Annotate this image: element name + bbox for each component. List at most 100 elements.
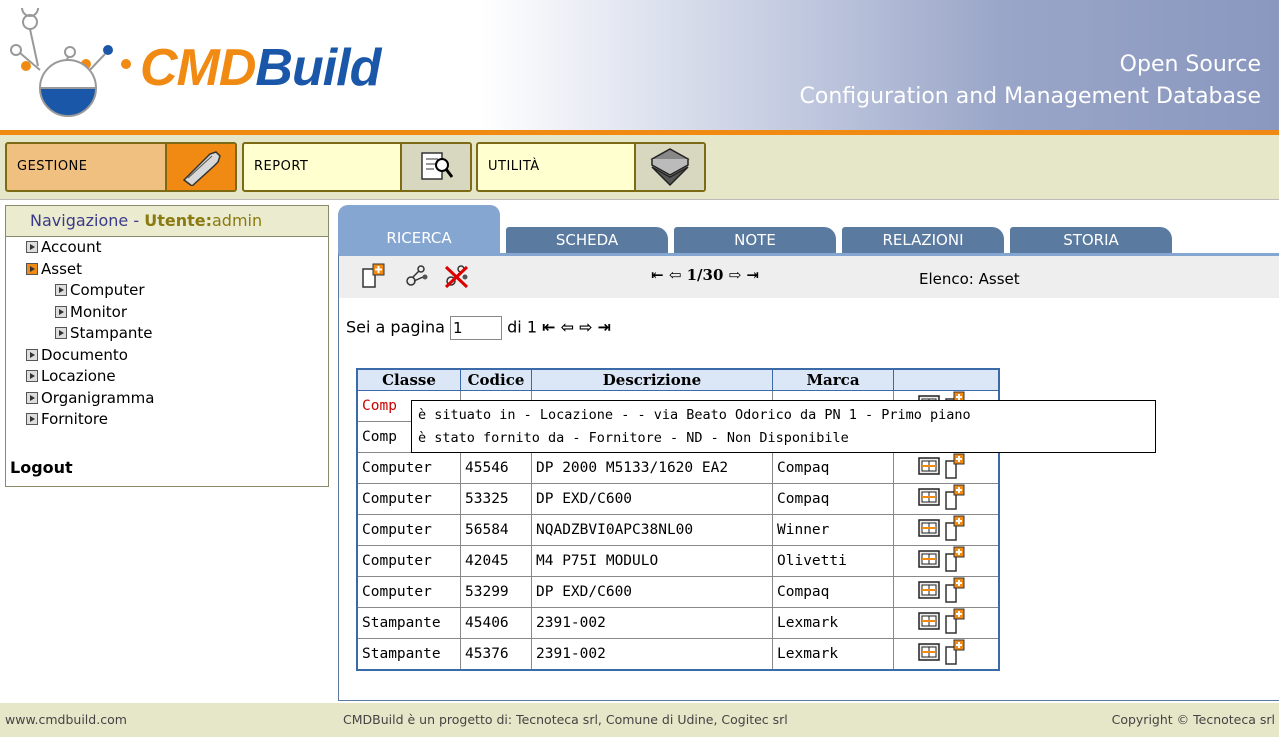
menu-utilita-label: UTILITÀ [488, 159, 540, 174]
nav-item-documento[interactable]: Documento [6, 345, 328, 367]
cell-descrizione: NQADZBVI0APC38NL00 [531, 514, 773, 546]
wrench-icon [165, 144, 235, 190]
table-row[interactable]: Computer 56584 NQADZBVI0APC38NL00 Winner [356, 514, 1000, 546]
cell-marca: Compaq [772, 576, 894, 608]
cell-actions [893, 483, 1000, 515]
last-page-icon[interactable]: ⇥ [598, 318, 611, 337]
tagline-cmdb: Configuration and Management Database [799, 84, 1261, 109]
cell-classe: Computer [356, 452, 461, 484]
column-header-marca[interactable]: Marca [772, 368, 894, 391]
delete-relations-icon[interactable] [443, 263, 471, 293]
tab-relazioni[interactable]: RELAZIONI [842, 227, 1004, 254]
first-page-icon[interactable]: ⇤ [542, 318, 555, 337]
main-menu-bar: GESTIONE REPORT UTILITÀ [0, 135, 1279, 200]
tab-note[interactable]: NOTE [674, 227, 836, 254]
open-card-icon[interactable] [918, 487, 940, 511]
open-card-icon[interactable] [918, 611, 940, 635]
cell-codice: 56584 [460, 514, 532, 546]
prev-page-icon[interactable]: ⇦ [561, 318, 574, 337]
nav-item-stampante[interactable]: Stampante [6, 323, 328, 345]
tree-expander-icon[interactable] [55, 327, 67, 339]
nav-item-monitor[interactable]: Monitor [6, 302, 328, 324]
add-relation-icon[interactable] [944, 484, 966, 514]
navigation-tree: Account Asset Computer Monitor Stampante… [6, 237, 328, 431]
table-row[interactable]: Computer 42045 M4 P75I MODULO Olivetti [356, 545, 1000, 577]
menu-report-button[interactable]: REPORT [242, 142, 472, 192]
cell-descrizione: DP EXD/C600 [531, 483, 773, 515]
logout-link[interactable]: Logout [10, 458, 73, 477]
tooltip-line-supplier: è stato fornito da - Fornitore - ND - No… [418, 430, 849, 446]
app-header: CMDBuild Open Source Configuration and M… [0, 0, 1279, 130]
add-relation-icon[interactable] [944, 608, 966, 638]
add-relation-icon[interactable] [944, 577, 966, 607]
next-record-icon[interactable]: ⇨ [729, 266, 742, 284]
table-row[interactable]: Stampante 45406 2391-002 Lexmark [356, 607, 1000, 639]
open-card-icon[interactable] [918, 580, 940, 604]
open-card-icon[interactable] [918, 642, 940, 666]
tree-expander-icon[interactable] [26, 413, 38, 425]
footer-site-link[interactable]: www.cmdbuild.com [5, 703, 127, 737]
tree-expander-icon[interactable] [26, 241, 38, 253]
tree-expander-icon[interactable] [26, 348, 38, 361]
nav-item-organigramma[interactable]: Organigramma [6, 388, 328, 410]
main-content: ⇤ ⇦ 1/30 ⇨ ⇥ Elenco: Asset Sei a pagina … [338, 253, 1279, 701]
record-position: 1/30 [686, 266, 724, 284]
cell-marca: Lexmark [772, 638, 894, 671]
tree-expander-icon[interactable] [55, 305, 67, 318]
menu-utilita-button[interactable]: UTILITÀ [476, 142, 706, 192]
new-card-icon[interactable] [361, 263, 387, 293]
page-selector: Sei a pagina di 1 ⇤ ⇦ ⇨ ⇥ [346, 316, 611, 340]
page-number-input[interactable] [450, 316, 503, 340]
nav-item-account[interactable]: Account [6, 237, 328, 259]
relations-tooltip: è situato in - Locazione - - via Beato O… [411, 400, 1156, 453]
table-row[interactable]: Stampante 45376 2391-002 Lexmark [356, 638, 1000, 671]
tree-expander-icon[interactable] [26, 370, 38, 382]
nav-item-asset[interactable]: Asset [6, 259, 328, 281]
table-row[interactable]: Computer 45546 DP 2000 M5133/1620 EA2 Compa… [356, 452, 1000, 484]
list-class-label: Elenco: Asset [919, 270, 1020, 288]
nav-item-locazione[interactable]: Locazione [6, 366, 328, 388]
tree-expander-icon[interactable] [26, 262, 38, 275]
column-header-codice[interactable]: Codice [460, 368, 532, 391]
table-row[interactable]: Computer 53325 DP EXD/C600 Compaq [356, 483, 1000, 515]
open-card-icon[interactable] [918, 549, 940, 573]
tab-storia[interactable]: STORIA [1010, 227, 1172, 254]
cell-codice: 45546 [460, 452, 532, 484]
add-relation-icon[interactable] [944, 546, 966, 576]
column-header-descrizione[interactable]: Descrizione [531, 368, 773, 391]
nav-item-fornitore[interactable]: Fornitore [6, 409, 328, 431]
tab-scheda[interactable]: SCHEDA [506, 227, 668, 254]
menu-gestione-label: GESTIONE [17, 159, 88, 174]
page-footer: www.cmdbuild.com CMDBuild è un progetto … [0, 703, 1279, 737]
first-record-icon[interactable]: ⇤ [651, 266, 664, 284]
current-user: admin [212, 211, 263, 230]
tagline-open-source: Open Source [1119, 52, 1261, 77]
cell-actions [893, 607, 1000, 639]
add-relation-icon[interactable] [944, 453, 966, 483]
nav-item-computer[interactable]: Computer [6, 280, 328, 302]
menu-report-label: REPORT [254, 159, 309, 174]
footer-project-text: CMDBuild è un progetto di: Tecnoteca srl… [343, 712, 788, 727]
next-page-icon[interactable]: ⇨ [579, 318, 592, 337]
last-record-icon[interactable]: ⇥ [746, 266, 759, 284]
grid-header-row: Classe Codice Descrizione Marca [356, 368, 1000, 391]
prev-record-icon[interactable]: ⇦ [669, 266, 682, 284]
add-relation-icon[interactable] [944, 515, 966, 545]
tree-expander-icon[interactable] [55, 284, 67, 296]
add-relation-icon[interactable] [944, 639, 966, 669]
menu-gestione-button[interactable]: GESTIONE [5, 142, 237, 192]
open-card-icon[interactable] [918, 518, 940, 542]
cell-descrizione: M4 P75I MODULO [531, 545, 773, 577]
open-card-icon[interactable] [918, 456, 940, 480]
cell-classe: Computer [356, 483, 461, 515]
relations-icon[interactable] [403, 263, 429, 293]
logo-wordmark: CMDBuild [140, 39, 381, 97]
table-row[interactable]: Computer 53299 DP EXD/C600 Compaq [356, 576, 1000, 608]
tree-expander-icon[interactable] [26, 391, 38, 404]
cell-descrizione: 2391-002 [531, 638, 773, 671]
cell-marca: Compaq [772, 483, 894, 515]
cell-classe: Stampante [356, 607, 461, 639]
cell-classe: Computer [356, 545, 461, 577]
tab-ricerca[interactable]: RICERCA [338, 205, 500, 254]
column-header-classe[interactable]: Classe [356, 368, 461, 391]
